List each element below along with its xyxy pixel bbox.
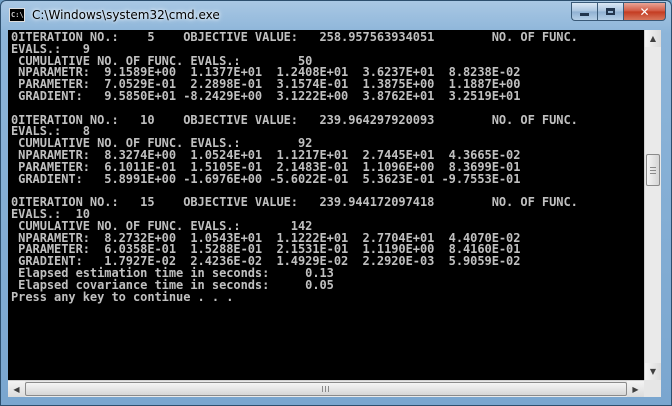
console-line: 0ITERATION NO.: 5 OBJECTIVE VALUE: 258.9… — [11, 30, 578, 44]
window-title: C:\Windows\system32\cmd.exe — [32, 8, 220, 22]
scrollbar-corner — [644, 380, 661, 397]
scroll-left-button[interactable]: ◀ — [8, 381, 25, 397]
grip-line — [650, 173, 656, 174]
maximize-button[interactable] — [597, 2, 623, 21]
grip-line — [650, 170, 656, 171]
close-icon: ✕ — [639, 4, 650, 19]
vertical-scrollbar[interactable]: ▲ ▼ — [644, 30, 661, 380]
console-line: 0ITERATION NO.: 15 OBJECTIVE VALUE: 239.… — [11, 195, 578, 210]
console-text: 0ITERATION NO.: 5 OBJECTIVE VALUE: 258.9… — [8, 30, 644, 303]
console-output-area[interactable]: 0ITERATION NO.: 5 OBJECTIVE VALUE: 258.9… — [8, 30, 644, 380]
scroll-right-button[interactable]: ▶ — [627, 381, 644, 397]
horizontal-scroll-thumb[interactable] — [25, 382, 627, 396]
horizontal-scrollbar[interactable]: ◀ ▶ — [8, 380, 644, 397]
grip-line — [328, 386, 329, 392]
console-line: GRADIENT: 5.8991E+00 -1.6976E+00 -5.6022… — [11, 171, 521, 186]
scroll-up-button[interactable]: ▲ — [645, 30, 661, 47]
vertical-scroll-thumb[interactable] — [646, 154, 660, 186]
scroll-left-arrow-icon: ◀ — [13, 384, 20, 394]
console-app-icon[interactable]: C:\ — [9, 8, 25, 22]
scroll-down-arrow-icon: ▼ — [649, 367, 657, 376]
console-line: Press any key to continue . . . — [11, 289, 234, 304]
scroll-right-arrow-icon: ▶ — [632, 384, 639, 394]
close-button[interactable]: ✕ — [623, 2, 666, 21]
console-line: 0ITERATION NO.: 10 OBJECTIVE VALUE: 239.… — [11, 112, 578, 127]
title-bar[interactable]: C:\ C:\Windows\system32\cmd.exe ✕ — [1, 1, 671, 31]
window-controls: ✕ — [571, 2, 666, 21]
grip-line — [650, 167, 656, 168]
minimize-button[interactable] — [571, 2, 597, 21]
scroll-down-button[interactable]: ▼ — [645, 363, 661, 380]
minimize-icon — [580, 13, 589, 16]
scroll-up-arrow-icon: ▲ — [649, 34, 657, 43]
console-line: GRADIENT: 9.5850E+01 -8.2429E+00 3.1222E… — [11, 88, 521, 103]
maximize-icon — [606, 8, 615, 15]
grip-line — [322, 386, 323, 392]
grip-line — [325, 386, 326, 392]
